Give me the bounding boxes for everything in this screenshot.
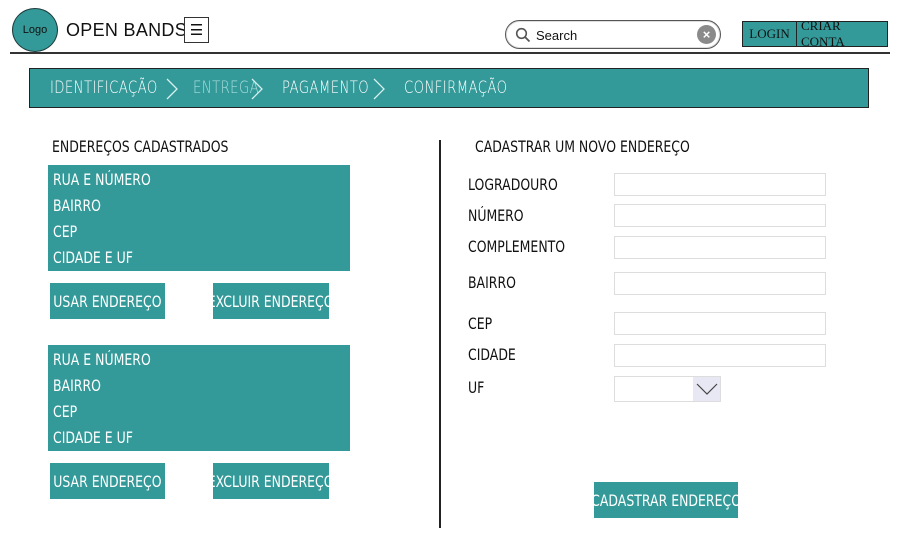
complemento-label: Complemento [468,237,566,256]
address-district: Bairro [53,376,101,395]
column-divider [439,140,441,528]
numero-field[interactable] [614,204,826,227]
register-address-button[interactable]: Cadastrar endereço [594,482,738,518]
brand-name: OPEN BANDS [66,20,188,40]
cidade-label: Cidade [468,345,516,364]
use-address-label: Usar endereço [53,471,162,491]
bairro-label: Bairro [468,273,516,292]
saved-addresses-title: Endereços cadastrados [52,137,229,156]
step-confirmacao[interactable]: Confirmação [404,78,507,98]
new-address-title: Cadastrar um novo endereço [475,137,690,156]
chevron-right-icon [251,78,263,100]
use-address-button[interactable]: Usar endereço [50,283,165,319]
address-street: Rua e número [53,170,151,189]
delete-address-label: Excluir endereço [213,291,329,311]
bairro-field[interactable] [614,272,826,295]
address-cep: CEP [53,222,78,241]
clear-search-icon[interactable]: × [697,25,716,44]
search-icon [515,27,531,43]
register-address-label: Cadastrar endereço [594,490,738,510]
hamburger-icon: ☰ [189,21,204,39]
address-card: Rua e número Bairro CEP Cidade e UF [48,345,350,451]
complemento-field[interactable] [614,236,826,259]
step-pagamento[interactable]: Pagamento [282,78,369,98]
cidade-field[interactable] [614,344,826,367]
create-account-button[interactable]: CRIAR CONTA [797,18,887,49]
step-identificacao[interactable]: Identificação [50,78,158,98]
logradouro-field[interactable] [614,173,826,196]
numero-label: Número [468,206,524,225]
header-divider [10,52,890,54]
search-input[interactable] [536,26,686,44]
delete-address-label: Excluir endereço [213,471,329,491]
checkout-steps: Identificação Entrega Pagamento Confirma… [29,68,869,108]
delete-address-button[interactable]: Excluir endereço [213,283,329,319]
address-city-uf: Cidade e UF [53,428,133,447]
address-street: Rua e número [53,350,151,369]
uf-select[interactable] [614,376,721,402]
cep-field[interactable] [614,312,826,335]
use-address-label: Usar endereço [53,291,162,311]
uf-label: UF [468,378,485,397]
logo-text: Logo [22,24,48,36]
menu-button[interactable]: ☰ [184,17,209,43]
address-city-uf: Cidade e UF [53,248,133,267]
address-district: Bairro [53,196,101,215]
cep-label: CEP [468,314,493,333]
login-button[interactable]: LOGIN [743,22,797,46]
address-card: Rua e número Bairro CEP Cidade e UF [48,165,350,271]
search-box: × [505,20,721,49]
use-address-button[interactable]: Usar endereço [50,463,165,499]
address-cep: CEP [53,402,78,421]
chevron-right-icon [166,78,178,100]
chevron-right-icon [373,78,385,100]
logradouro-label: Logradouro [468,175,558,194]
logo[interactable]: Logo [12,8,58,52]
delete-address-button[interactable]: Excluir endereço [213,463,329,499]
auth-buttons: LOGIN CRIAR CONTA [742,18,888,49]
chevron-down-icon[interactable] [693,377,720,401]
